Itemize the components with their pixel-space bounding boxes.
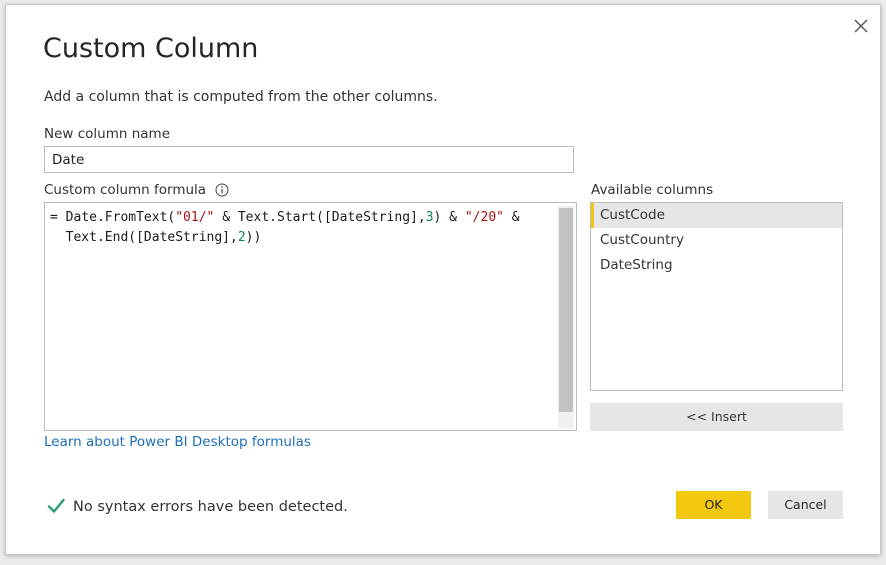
learn-formulas-link[interactable]: Learn about Power BI Desktop formulas [44,434,311,450]
new-column-name-label: New column name [44,126,171,142]
info-icon[interactable] [215,183,229,197]
new-column-name-input[interactable] [44,146,574,173]
formula-line-1: = Date.FromText("01/" & Text.Start([Date… [50,210,520,225]
formula-label-row: Custom column formula [44,182,229,198]
checkmark-icon [47,498,65,513]
dialog-title: Custom Column [43,33,259,64]
formula-editor[interactable]: = Date.FromText("01/" & Text.Start([Date… [44,202,577,431]
column-item-custcountry[interactable]: CustCountry [591,228,842,253]
custom-column-dialog: Custom Column Add a column that is compu… [5,4,881,555]
formula-scrollbar[interactable] [558,206,574,428]
formula-text[interactable]: = Date.FromText("01/" & Text.Start([Date… [50,208,550,248]
formula-scroll-thumb[interactable] [559,208,573,412]
cancel-button[interactable]: Cancel [768,491,843,519]
column-item-custcode[interactable]: CustCode [591,203,842,228]
ok-button[interactable]: OK [676,491,751,519]
formula-label: Custom column formula [44,182,207,198]
insert-button[interactable]: << Insert [590,403,843,431]
available-columns-list[interactable]: CustCode CustCountry DateString [590,202,843,391]
available-columns-label: Available columns [591,182,714,198]
close-icon[interactable] [852,17,870,35]
formula-line-2: Text.End([DateString],2)) [50,230,262,245]
dialog-subtitle: Add a column that is computed from the o… [44,89,438,105]
syntax-status: No syntax errors have been detected. [73,499,348,515]
column-item-datestring[interactable]: DateString [591,253,842,278]
